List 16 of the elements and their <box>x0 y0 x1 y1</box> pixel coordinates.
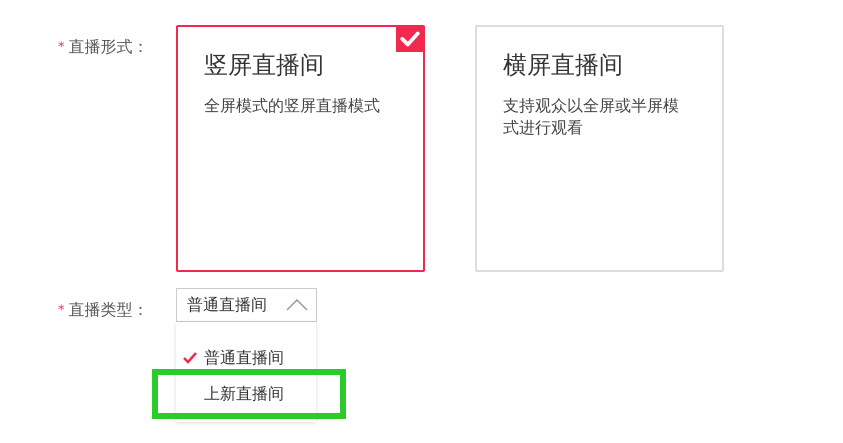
dropdown-option[interactable]: 普通直播间 <box>176 340 316 376</box>
card-title: 竖屏直播间 <box>204 51 325 80</box>
check-icon <box>396 26 424 52</box>
field-label: 直播类型： <box>68 299 148 321</box>
option-card[interactable]: 横屏直播间 支持观众以全屏或半屏模式进行观看 <box>475 25 724 272</box>
option-card[interactable]: 竖屏直播间 全屏模式的竖屏直播模式 <box>176 25 425 272</box>
required-mark: * <box>58 39 64 57</box>
select-field[interactable]: 普通直播间 <box>176 288 317 322</box>
field-label: 直播形式： <box>68 36 148 58</box>
card-description: 全屏模式的竖屏直播模式 <box>204 94 381 117</box>
required-mark: * <box>58 302 64 320</box>
chevron-icon <box>286 299 308 311</box>
card-description: 支持观众以全屏或半屏模式进行观看 <box>503 94 680 140</box>
dropdown-option[interactable]: 上新直播间 <box>176 376 316 412</box>
check-icon <box>182 351 200 365</box>
card-title: 横屏直播间 <box>503 51 624 80</box>
